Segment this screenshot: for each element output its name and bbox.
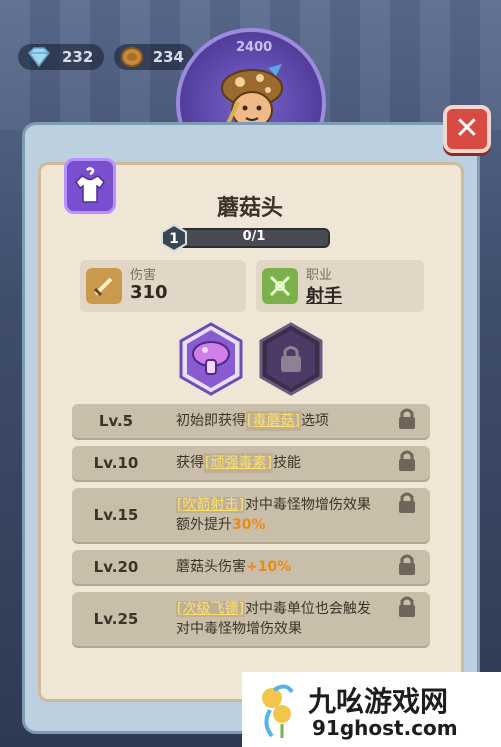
level-label: Lv.25 bbox=[93, 610, 139, 628]
watermark-url: 91ghost.com bbox=[312, 716, 458, 740]
coin-counter[interactable]: 234 bbox=[114, 44, 194, 70]
desc-highlight: [吹箭射击] bbox=[176, 497, 245, 513]
hero-name: 蘑菇头 bbox=[216, 196, 283, 221]
lock-icon bbox=[399, 554, 415, 575]
sword-icon bbox=[86, 268, 122, 304]
watermark-title: 九吆游戏网 bbox=[308, 685, 449, 718]
level-hex-badge: 1 bbox=[161, 224, 187, 252]
lock-icon bbox=[399, 450, 415, 471]
level-row: Lv.5 初始即获得 [毒蘑菇] 选项 bbox=[72, 404, 430, 438]
lock-icon bbox=[399, 408, 415, 429]
level-description: 初始即获得 [毒蘑菇] 选项 bbox=[176, 404, 390, 438]
coin-icon bbox=[120, 46, 145, 68]
desc-text: 获得 bbox=[176, 455, 204, 471]
close-icon: ✕ bbox=[454, 111, 480, 146]
site-watermark: 九吆游戏网 91ghost.com bbox=[242, 672, 501, 747]
desc-percent: 30% bbox=[232, 517, 266, 533]
locked-skill-icon[interactable] bbox=[258, 322, 324, 396]
desc-text: 对中毒单位也会触发 bbox=[244, 601, 371, 617]
class-label: 职业 bbox=[306, 268, 333, 283]
damage-value: 310 bbox=[130, 282, 168, 303]
class-stat: 职业 射手 bbox=[256, 260, 424, 312]
hero-level: 1 bbox=[169, 231, 179, 247]
level-description: [次级飞镖]对中毒单位也会触发 对中毒怪物增伤效果 bbox=[176, 592, 390, 646]
level-row: Lv.10 获得 [顽强毒素] 技能 bbox=[72, 446, 430, 480]
desc-highlight: [顽强毒素] bbox=[204, 453, 273, 473]
hero-progress-text: 0/1 bbox=[242, 229, 266, 244]
level-label: Lv.20 bbox=[93, 558, 139, 576]
desc-text: 蘑菇头伤害 bbox=[176, 559, 246, 575]
level-label: Lv.5 bbox=[98, 412, 134, 430]
ring-top-value: 2400 bbox=[236, 40, 273, 55]
level-label: Lv.10 bbox=[93, 454, 139, 472]
close-button[interactable]: ✕ bbox=[443, 105, 491, 153]
level-label: Lv.15 bbox=[93, 506, 139, 524]
gem-counter[interactable]: 232 bbox=[18, 44, 104, 70]
damage-stat: 伤害 310 bbox=[80, 260, 246, 312]
desc-highlight: [次级飞镖] bbox=[176, 601, 245, 617]
shirt-icon bbox=[75, 167, 105, 203]
desc-text: 初始即获得 bbox=[176, 413, 246, 429]
damage-label: 伤害 bbox=[130, 268, 157, 283]
class-badge bbox=[64, 158, 116, 214]
desc-text: 选项 bbox=[300, 413, 329, 429]
desc-text: 技能 bbox=[272, 455, 301, 471]
mushroom-skill-icon[interactable] bbox=[178, 322, 244, 396]
crossbow-icon bbox=[262, 268, 298, 304]
level-row: Lv.25 [次级飞镖]对中毒单位也会触发 对中毒怪物增伤效果 bbox=[72, 592, 430, 646]
class-value[interactable]: 射手 bbox=[306, 282, 342, 308]
desc-text: 额外提升 bbox=[176, 517, 232, 533]
level-row: Lv.20 蘑菇头伤害 +10% bbox=[72, 550, 430, 584]
desc-highlight: [毒蘑菇] bbox=[246, 411, 301, 431]
level-row: Lv.15 [吹箭射击]对中毒怪物增伤效果 额外提升30% bbox=[72, 488, 430, 542]
coin-count: 234 bbox=[152, 48, 184, 66]
dandelion-logo-icon bbox=[262, 684, 294, 738]
level-description: [吹箭射击]对中毒怪物增伤效果 额外提升30% bbox=[176, 488, 390, 542]
gem-count: 232 bbox=[62, 48, 94, 66]
lock-icon bbox=[399, 492, 415, 513]
desc-text: 对中毒怪物增伤效果 bbox=[176, 621, 302, 637]
level-description: 蘑菇头伤害 +10% bbox=[176, 550, 390, 584]
desc-text: 对中毒怪物增伤效果 bbox=[244, 497, 371, 513]
level-description: 获得 [顽强毒素] 技能 bbox=[176, 446, 390, 480]
gem-icon bbox=[24, 46, 54, 68]
lock-icon bbox=[399, 596, 415, 617]
desc-percent: +10% bbox=[246, 559, 292, 575]
